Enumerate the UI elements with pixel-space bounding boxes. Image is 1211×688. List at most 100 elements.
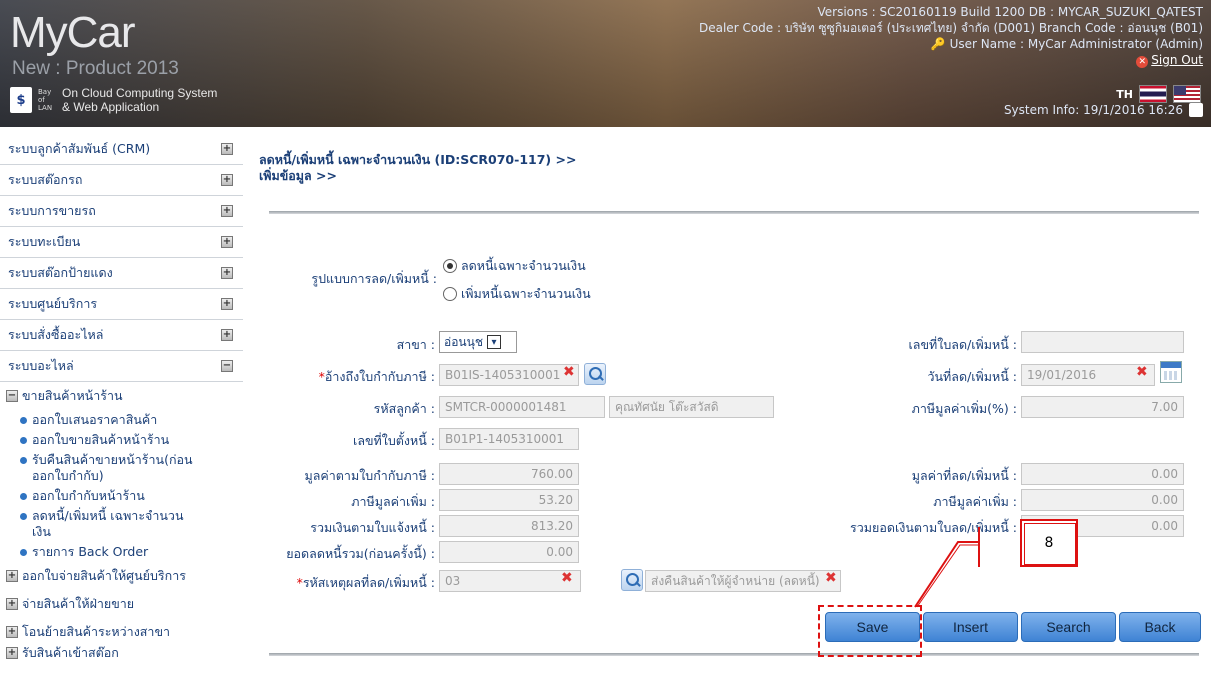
- adj-value-field[interactable]: 0.00: [1021, 463, 1184, 485]
- sidebar-subitem[interactable]: รายการ Back Order: [0, 542, 243, 562]
- clear-reason-icon[interactable]: ✖: [561, 570, 573, 586]
- reason-label: *รหัสเหตุผลที่ลด/เพิ่มหนี้ :: [296, 575, 435, 590]
- prev-total-field[interactable]: 0.00: [439, 541, 579, 563]
- branch-select[interactable]: อ่อนนุช ▾: [439, 331, 517, 353]
- customer-name-field[interactable]: คุณทัศนัย โต๊ะสวัสดิ: [609, 396, 774, 418]
- sidebar-group[interactable]: + โอนย้ายสินค้าระหว่างสาขา: [0, 618, 243, 646]
- sidebar-item-car-stock[interactable]: ระบบสต๊อกรถ +: [0, 165, 243, 196]
- app-logo-subtitle: New : Product 2013: [12, 58, 179, 79]
- sidebar-item-parts[interactable]: ระบบอะไหล่ −: [0, 351, 243, 382]
- radio-increase[interactable]: เพิ่มหนี้เฉพาะจำนวนเงิน: [443, 284, 591, 304]
- page-title: ลดหนี้/เพิ่มหนี้ เฉพาะจำนวนเงิน (ID:SCR0…: [259, 152, 576, 184]
- sidebar-subitem-label: รายการ Back Order: [32, 544, 149, 559]
- suzuki-logo-icon: $: [10, 87, 32, 113]
- divider-bottom: [269, 653, 1199, 656]
- sidebar-subitem[interactable]: รับคืนสินค้าขายหน้าร้าน(ก่อน ออกใบกำกับ): [0, 450, 243, 486]
- sidebar-group-label: โอนย้ายสินค้าระหว่างสาขา: [22, 624, 171, 639]
- invoice-value-field[interactable]: 760.00: [439, 463, 579, 485]
- expand-icon[interactable]: +: [221, 205, 233, 217]
- sidebar-item-label: ระบบลูกค้าสัมพันธ์ (CRM): [8, 141, 151, 156]
- sidebar-item-label: ระบบการขายรถ: [8, 203, 96, 218]
- adj-value-label: มูลค่าที่ลด/เพิ่มหนี้ :: [911, 468, 1017, 483]
- expand-icon[interactable]: +: [6, 626, 18, 638]
- sidebar-item-label: ระบบศูนย์บริการ: [8, 296, 98, 311]
- insert-button[interactable]: Insert: [923, 612, 1018, 642]
- sidebar-group[interactable]: + ออกใบจ่ายสินค้าให้ศูนย์บริการ: [0, 562, 243, 590]
- expand-icon[interactable]: +: [221, 329, 233, 341]
- app-logo: MyCar: [10, 8, 136, 57]
- expand-icon[interactable]: +: [6, 647, 18, 659]
- sidebar-group-label: จ่ายสินค้าให้ฝ่ายขาย: [22, 596, 135, 611]
- prev-total-label: ยอดลดหนี้รวม(ก่อนครั้งนี้) :: [286, 546, 435, 561]
- sidebar-subitem[interactable]: ออกใบเสนอราคาสินค้า: [0, 410, 243, 430]
- user-info: User Name : MyCar Administrator (Admin): [949, 37, 1203, 51]
- system-info-checkbox[interactable]: [1189, 103, 1203, 117]
- sidebar-item-car-sales[interactable]: ระบบการขายรถ +: [0, 196, 243, 227]
- ref-invoice-field[interactable]: B01IS-1405310001: [439, 364, 579, 386]
- sidebar-subitem-active[interactable]: ลดหนี้/เพิ่มหนี้ เฉพาะจำนวน เงิน: [0, 506, 243, 542]
- expand-icon[interactable]: +: [221, 236, 233, 248]
- vat-field[interactable]: 53.20: [439, 489, 579, 511]
- signout-link[interactable]: Sign Out: [1151, 53, 1203, 67]
- search-reason-icon[interactable]: [621, 569, 643, 591]
- bullet-icon: [20, 457, 27, 464]
- sidebar-item-crm[interactable]: ระบบลูกค้าสัมพันธ์ (CRM) +: [0, 134, 243, 165]
- sidebar-subgroup-counter-sales[interactable]: − ขายสินค้าหน้าร้าน: [0, 382, 243, 410]
- type-label: รูปแบบการลด/เพิ่มหนี้ :: [311, 271, 437, 286]
- clear-date-icon[interactable]: ✖: [1136, 364, 1148, 380]
- total-field[interactable]: 813.20: [439, 515, 579, 537]
- page-title-line1: ลดหนี้/เพิ่มหนี้ เฉพาะจำนวนเงิน (ID:SCR0…: [259, 152, 577, 167]
- sidebar-subgroup-label: ขายสินค้าหน้าร้าน: [22, 388, 123, 403]
- sidebar-item-registration[interactable]: ระบบทะเบียน +: [0, 227, 243, 258]
- collapse-icon[interactable]: −: [6, 390, 18, 402]
- signout-icon[interactable]: ✕: [1136, 56, 1149, 68]
- bullet-icon: [20, 493, 27, 500]
- expand-icon[interactable]: +: [221, 143, 233, 155]
- clear-reason-text-icon[interactable]: ✖: [825, 570, 837, 586]
- expand-icon[interactable]: +: [6, 570, 18, 582]
- sidebar-item-red-plate[interactable]: ระบบสต๊อกป้ายแดง +: [0, 258, 243, 289]
- sidebar-group[interactable]: + รับสินค้าเข้าสต๊อก: [0, 646, 243, 660]
- doc-no-field[interactable]: [1021, 331, 1184, 353]
- clear-ref-invoice-icon[interactable]: ✖: [563, 364, 575, 380]
- sidebar-item-service-center[interactable]: ระบบศูนย์บริการ +: [0, 289, 243, 320]
- search-button[interactable]: Search: [1021, 612, 1116, 642]
- thai-flag-icon[interactable]: [1139, 85, 1167, 103]
- customer-code-field[interactable]: SMTCR-0000001481: [439, 396, 605, 418]
- chevron-down-icon[interactable]: ▾: [486, 335, 501, 349]
- adj-vat-field[interactable]: 0.00: [1021, 489, 1184, 511]
- bullet-icon: [20, 513, 27, 520]
- search-ref-invoice-icon[interactable]: [584, 363, 606, 385]
- calendar-icon[interactable]: [1160, 361, 1182, 383]
- expand-icon[interactable]: +: [221, 174, 233, 186]
- reason-text-field[interactable]: ส่งคืนสินค้าให้ผู้จำหน่าย (ลดหนี้): [645, 570, 841, 592]
- bullet-icon: [20, 417, 27, 424]
- system-info: System Info: 19/1/2016 16:26: [1003, 103, 1183, 117]
- bullet-icon: [20, 437, 27, 444]
- vat-label: ภาษีมูลค่าเพิ่ม :: [351, 494, 435, 509]
- sidebar-item-parts-order[interactable]: ระบบสั่งซื้ออะไหล่ +: [0, 320, 243, 351]
- vat-rate-field[interactable]: 7.00: [1021, 396, 1184, 418]
- reason-code-field[interactable]: 03: [439, 570, 581, 592]
- sidebar-group[interactable]: + จ่ายสินค้าให้ฝ่ายขาย: [0, 590, 243, 618]
- radio-decrease-control[interactable]: [443, 259, 457, 273]
- radio-increase-control[interactable]: [443, 287, 457, 301]
- total-label: รวมเงินตามใบแจ้งหนี้ :: [310, 520, 435, 535]
- expand-icon[interactable]: +: [221, 267, 233, 279]
- sidebar-subitem[interactable]: ออกใบขายสินค้าหน้าร้าน: [0, 430, 243, 450]
- app-header: MyCar New : Product 2013 $ Bay of LAN On…: [0, 0, 1211, 127]
- expand-icon[interactable]: +: [221, 298, 233, 310]
- us-flag-icon[interactable]: [1173, 85, 1201, 103]
- collapse-icon[interactable]: −: [221, 360, 233, 372]
- debt-no-field[interactable]: B01P1-1405310001: [439, 428, 579, 450]
- date-field[interactable]: 19/01/2016: [1021, 364, 1155, 386]
- expand-icon[interactable]: +: [6, 598, 18, 610]
- bullet-icon: [20, 549, 27, 556]
- radio-decrease[interactable]: ลดหนี้เฉพาะจำนวนเงิน: [443, 256, 586, 276]
- back-button[interactable]: Back: [1119, 612, 1201, 642]
- sidebar-item-label: ระบบสต๊อกรถ: [8, 172, 83, 187]
- page-title-line2: เพิ่มข้อมูล >>: [259, 168, 338, 183]
- sidebar-item-label: ระบบสั่งซื้ออะไหล่: [8, 327, 104, 342]
- sidebar-subitem-label: ออกใบเสนอราคาสินค้า: [32, 412, 158, 427]
- sidebar-subitem[interactable]: ออกใบกำกับหน้าร้าน: [0, 486, 243, 506]
